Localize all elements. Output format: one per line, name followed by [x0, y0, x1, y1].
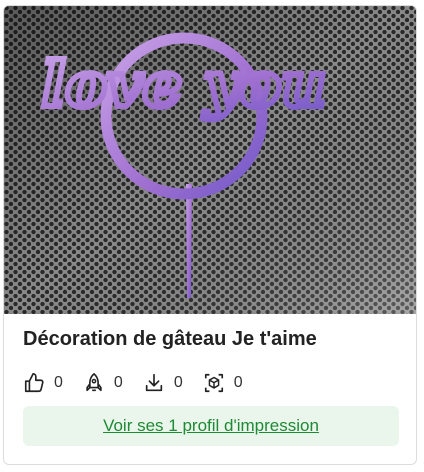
view-print-profiles-button[interactable]: Voir ses 1 profil d'impression — [23, 406, 399, 446]
likes-count: 0 — [54, 374, 63, 391]
downloads-count: 0 — [173, 374, 183, 391]
model-title[interactable]: Décoration de gâteau Je t'aime — [23, 328, 317, 351]
likes-stat[interactable]: 0 — [23, 372, 63, 394]
model-thumbnail[interactable]: love you — [4, 6, 416, 314]
view-print-profiles-label: Voir ses 1 profil d'impression — [103, 416, 319, 435]
rocket-icon — [86, 373, 102, 392]
boosts-count: 0 — [113, 374, 123, 391]
prints-stat[interactable]: 0 — [203, 372, 243, 394]
boosts-stat[interactable]: 0 — [83, 372, 123, 394]
model-card: love you Décoration de gâteau Je t'aime … — [3, 5, 417, 465]
prints-count: 0 — [233, 374, 243, 391]
3d-cube-icon — [204, 373, 223, 393]
downloads-stat[interactable]: 0 — [143, 372, 183, 394]
svg-text:love you: love you — [42, 48, 326, 121]
cake-topper-photo: love you — [4, 6, 416, 314]
thumbs-up-icon — [24, 373, 44, 393]
stats-row: 0 0 0 0 — [23, 372, 263, 394]
download-icon — [145, 373, 162, 392]
